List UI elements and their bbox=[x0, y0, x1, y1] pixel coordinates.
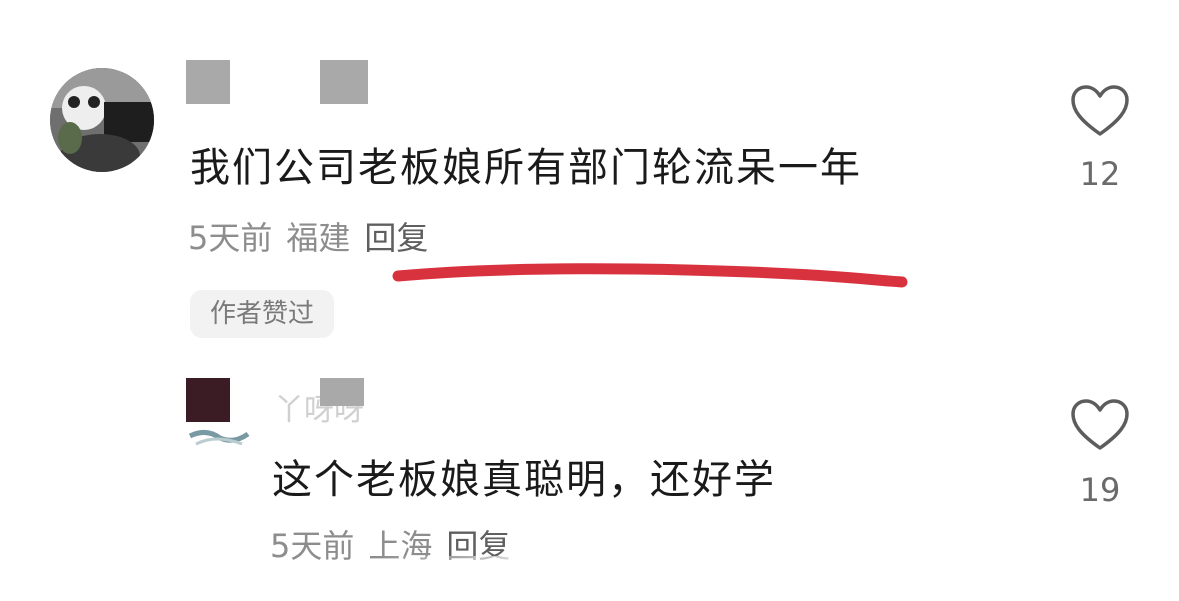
reply-button[interactable]: 回复 bbox=[364, 219, 428, 257]
bottom-fade-overlay bbox=[380, 556, 1120, 601]
username-censored bbox=[320, 378, 364, 406]
like-count: 19 bbox=[1079, 471, 1121, 509]
comment-text: 我们公司老板娘所有部门轮流呆一年 bbox=[190, 145, 862, 191]
username-censored bbox=[186, 60, 230, 104]
username-censored bbox=[320, 60, 368, 104]
author-liked-badge: 作者赞过 bbox=[190, 290, 335, 338]
comment-meta: 5天前 福建 回复 bbox=[188, 222, 442, 254]
comment-location: 福建 bbox=[286, 219, 351, 257]
comment-time: 5天前 bbox=[188, 219, 273, 257]
like-count: 12 bbox=[1079, 155, 1121, 193]
comment-thread: 我们公司老板娘所有部门轮流呆一年 5天前 福建 回复 作者赞过 12 丫呀呀 这个老… bbox=[0, 0, 1179, 601]
red-underline-annotation bbox=[392, 263, 908, 288]
avatar[interactable] bbox=[50, 68, 154, 172]
avatar[interactable] bbox=[186, 378, 250, 450]
heart-outline-icon[interactable] bbox=[1070, 84, 1130, 138]
avatar-image bbox=[50, 68, 154, 172]
heart-outline-icon[interactable] bbox=[1070, 398, 1130, 452]
avatar-image bbox=[186, 378, 250, 450]
comment-time: 5天前 bbox=[270, 527, 355, 565]
comment-text: 这个老板娘真聪明，还好学 bbox=[272, 457, 776, 503]
